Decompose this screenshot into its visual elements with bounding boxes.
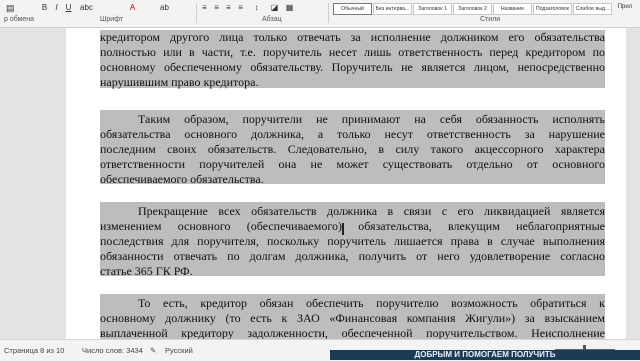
document-line: выплаченной кредитору задолженности, обе… — [100, 326, 605, 339]
document-line: Таким образом, поручители не принимают н… — [138, 112, 605, 126]
document-line: нарушившим право кредитора. — [100, 75, 259, 89]
clipboard-group-label: р обмена — [4, 16, 35, 23]
separator — [196, 3, 197, 23]
document-line: основному обеспеченному обязательству. П… — [100, 60, 605, 74]
borders-button[interactable]: ▦ — [285, 3, 294, 12]
align-left-button[interactable]: ≡ — [200, 3, 209, 12]
word-count[interactable]: Число слов: 3434 — [82, 346, 143, 355]
document-line: Прекращение всех обязательств должника в… — [138, 204, 605, 218]
italic-button[interactable]: I — [52, 3, 61, 12]
document-line: полностью или в части, т.е. поручитель н… — [100, 45, 605, 59]
overlay-banner: ДОБРЫМ И ПОМОГАЕМ ПОЛУЧИТЬ — [330, 350, 640, 360]
document-line: последствия для поручителя, поскольку по… — [100, 234, 605, 248]
style-heading-1[interactable]: Заголовок 1 — [413, 3, 452, 15]
styles-group-label: Стили — [480, 16, 501, 23]
ribbon-toolbar: ▤ р обмена B I U abc A ab Шрифт ≡ ≡ ≡ ≡ … — [0, 0, 640, 28]
strikethrough-button[interactable]: abc — [80, 3, 93, 12]
paste-icon: ▤ — [6, 3, 15, 13]
document-line: изменением основного (обеспечиваемого) о… — [100, 219, 605, 233]
text-cursor — [342, 223, 344, 235]
document-line: обеспечиваемого обязательства. — [100, 172, 264, 186]
styles-pane-button[interactable]: Прил — [615, 3, 635, 12]
font-color-button[interactable]: A — [128, 3, 137, 12]
shading-button[interactable]: ◪ — [270, 3, 279, 12]
align-center-button[interactable]: ≡ — [212, 3, 221, 12]
page-indicator[interactable]: Страница 8 из 10 — [4, 346, 64, 355]
separator — [328, 3, 329, 23]
language-indicator[interactable]: Русский — [165, 346, 193, 355]
style-heading-2[interactable]: Заголовок 2 — [453, 3, 492, 15]
align-right-button[interactable]: ≡ — [224, 3, 233, 12]
document-line: То есть, кредитор обязан обеспечить пору… — [138, 296, 605, 310]
style-subtitle[interactable]: Подзаголовок — [533, 3, 572, 15]
paragraph-group-label: Абзац — [262, 16, 282, 23]
document-line: обязательства основного должника, а толь… — [100, 127, 605, 141]
document-line: кредитором другого лица только отвечать … — [100, 30, 605, 44]
style-no-spacing[interactable]: Без интерва... — [373, 3, 412, 15]
document-line: последним своих обязательств. Следовател… — [100, 142, 605, 156]
document-area: кредитором другого лица только отвечать … — [0, 28, 640, 339]
spellcheck-icon[interactable]: ✎ — [150, 346, 156, 355]
underline-button[interactable]: U — [64, 3, 73, 12]
justify-button[interactable]: ≡ — [236, 3, 245, 12]
document-line: ответственности поручителей она не может… — [100, 157, 605, 171]
line-spacing-button[interactable]: ↕ — [252, 3, 261, 12]
style-title[interactable]: Название — [493, 3, 532, 15]
style-normal[interactable]: Обычный — [333, 3, 372, 15]
bold-button[interactable]: B — [40, 3, 49, 12]
font-group-label: Шрифт — [100, 16, 124, 23]
document-line: статье 365 ГК РФ. — [100, 264, 193, 278]
document-line: обязанности отвечать по долгам должника,… — [100, 249, 605, 263]
style-subtle-emphasis[interactable]: Слабое выд... — [573, 3, 612, 15]
document-line: основному должнику (то есть к ЗАО «Финан… — [100, 311, 605, 325]
highlight-button[interactable]: ab — [160, 3, 169, 12]
